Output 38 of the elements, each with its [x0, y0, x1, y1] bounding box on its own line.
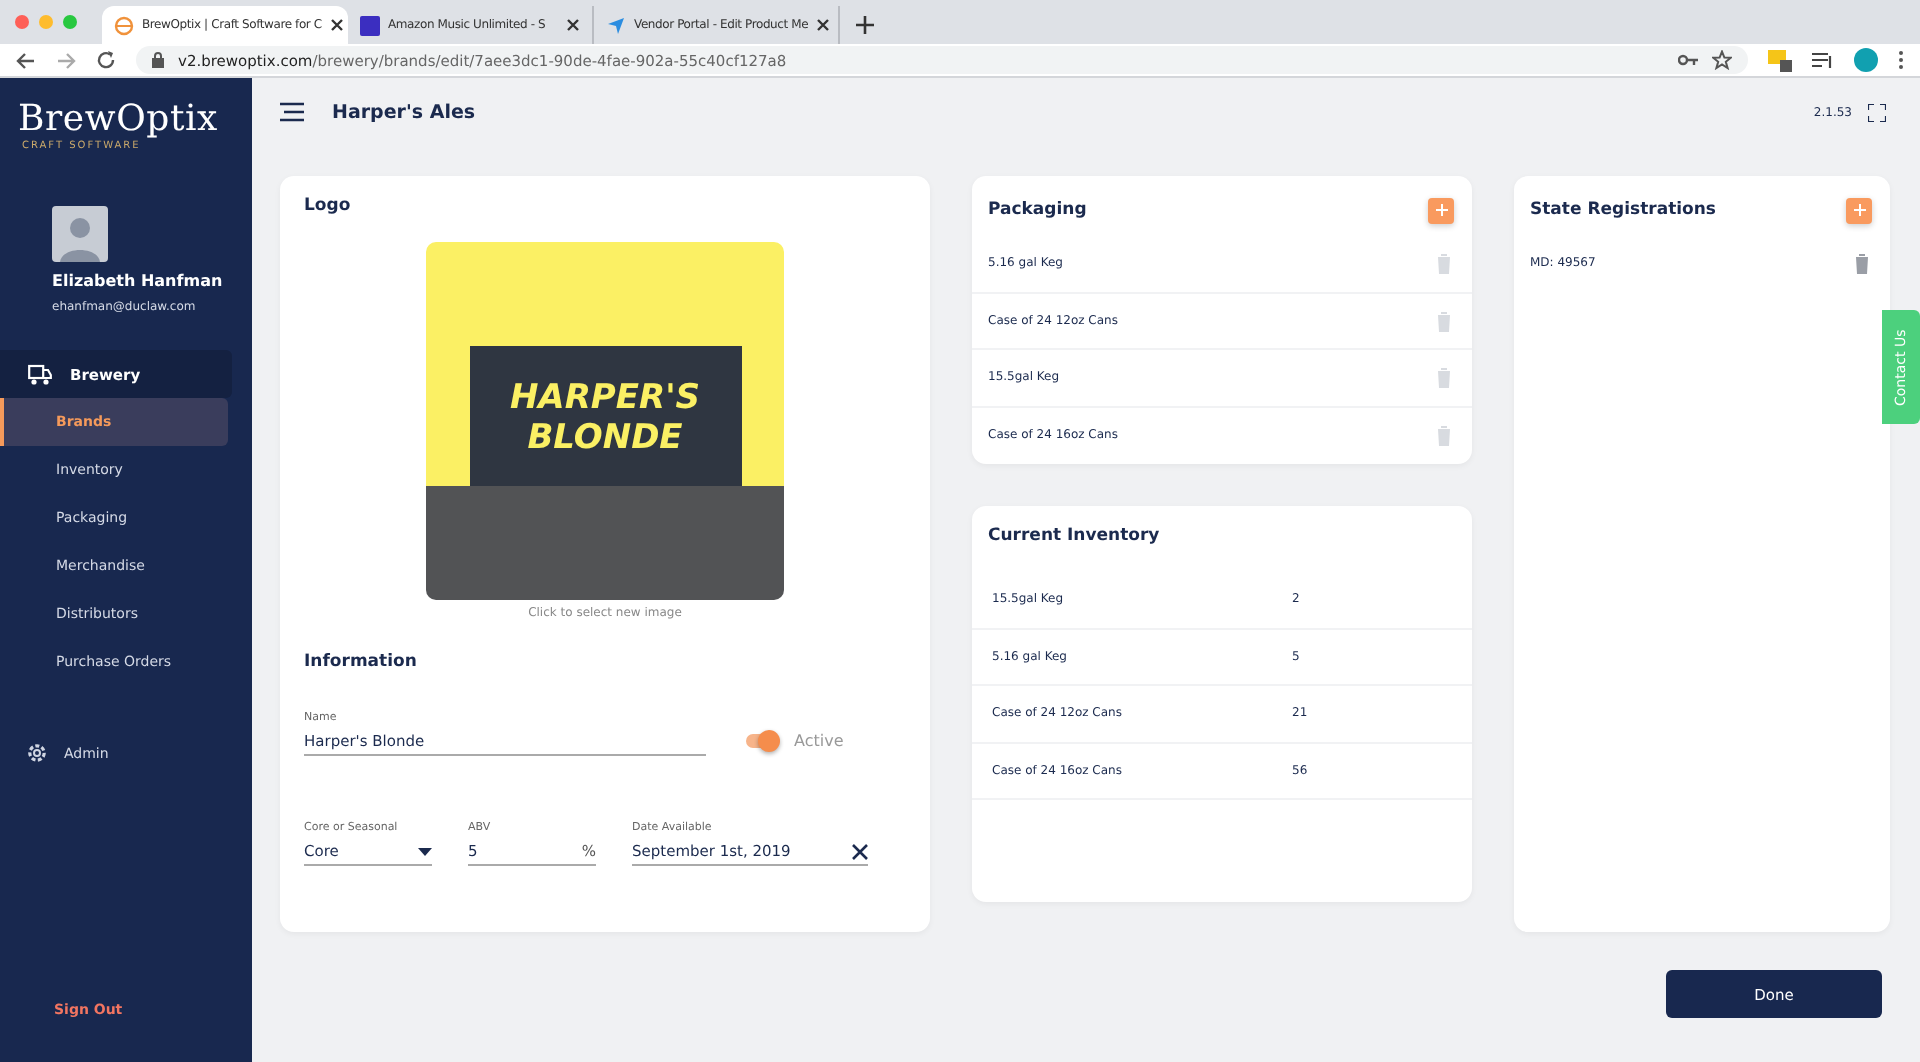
card-title: Current Inventory — [986, 524, 1162, 550]
brand-logo-text: BrewOptix — [18, 100, 221, 140]
card-title: Packaging — [988, 200, 1087, 220]
gear-icon — [26, 742, 48, 764]
profile-avatar-icon[interactable] — [1854, 48, 1878, 72]
plus-icon — [1435, 204, 1447, 216]
logo-artwork-text: BLONDE — [527, 418, 683, 458]
playlist-icon[interactable] — [1812, 51, 1834, 69]
clear-icon[interactable] — [852, 843, 868, 859]
new-tab-icon[interactable] — [856, 16, 874, 34]
avatar-placeholder — [52, 206, 108, 262]
caret-icon — [418, 847, 432, 855]
plus-icon — [1853, 204, 1865, 216]
more-icon[interactable] — [1898, 50, 1904, 70]
logo-artwork-text: HARPER'S — [509, 378, 701, 418]
card-title: State Registrations — [1530, 200, 1716, 220]
page-title: Harper's Ales — [332, 101, 476, 123]
key-icon[interactable] — [1678, 54, 1698, 66]
favicon-icon — [360, 15, 380, 35]
toggle-switch[interactable] — [746, 734, 778, 748]
extension-icon[interactable] — [1768, 48, 1792, 72]
fullscreen-icon[interactable] — [1868, 103, 1886, 121]
close-icon[interactable] — [329, 18, 344, 32]
trash-icon[interactable] — [1852, 251, 1872, 273]
toggle-label: Active — [794, 732, 844, 750]
lock-icon — [152, 52, 164, 68]
card-title: Logo — [304, 196, 353, 216]
user-name: Elizabeth Hanfman — [52, 272, 225, 290]
favicon-icon — [114, 15, 134, 35]
reload-icon[interactable] — [96, 50, 116, 70]
favicon-icon — [606, 15, 626, 35]
star-icon[interactable] — [1712, 50, 1732, 70]
section-title: Information — [304, 652, 419, 672]
back-icon[interactable] — [16, 51, 36, 69]
truck-icon — [28, 363, 52, 385]
close-icon[interactable] — [566, 18, 580, 32]
menu-icon[interactable] — [280, 102, 304, 122]
close-icon[interactable] — [816, 18, 831, 32]
